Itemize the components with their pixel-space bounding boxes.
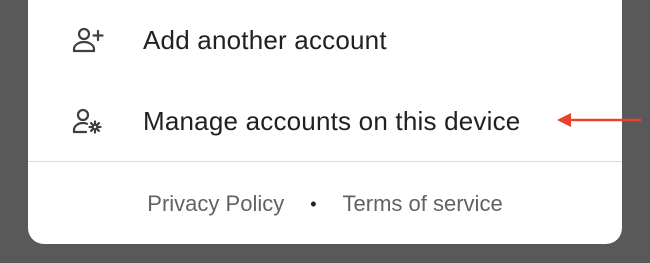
add-another-account-label: Add another account — [143, 24, 387, 55]
annotation-arrow-icon — [557, 113, 642, 127]
person-add-icon — [72, 24, 104, 56]
privacy-policy-link[interactable]: Privacy Policy — [147, 191, 284, 217]
add-another-account-item[interactable]: Add another account — [28, 8, 622, 72]
manage-accounts-icon — [72, 105, 104, 137]
manage-accounts-item[interactable]: Manage accounts on this device — [28, 89, 622, 153]
manage-accounts-label: Manage accounts on this device — [143, 105, 521, 136]
menu-divider — [28, 161, 622, 162]
footer-links: Privacy Policy • Terms of service — [28, 182, 622, 226]
footer-separator: • — [310, 193, 317, 214]
terms-of-service-link[interactable]: Terms of service — [343, 191, 503, 217]
account-menu-sheet: Add another account Manage accounts on t… — [28, 0, 622, 244]
